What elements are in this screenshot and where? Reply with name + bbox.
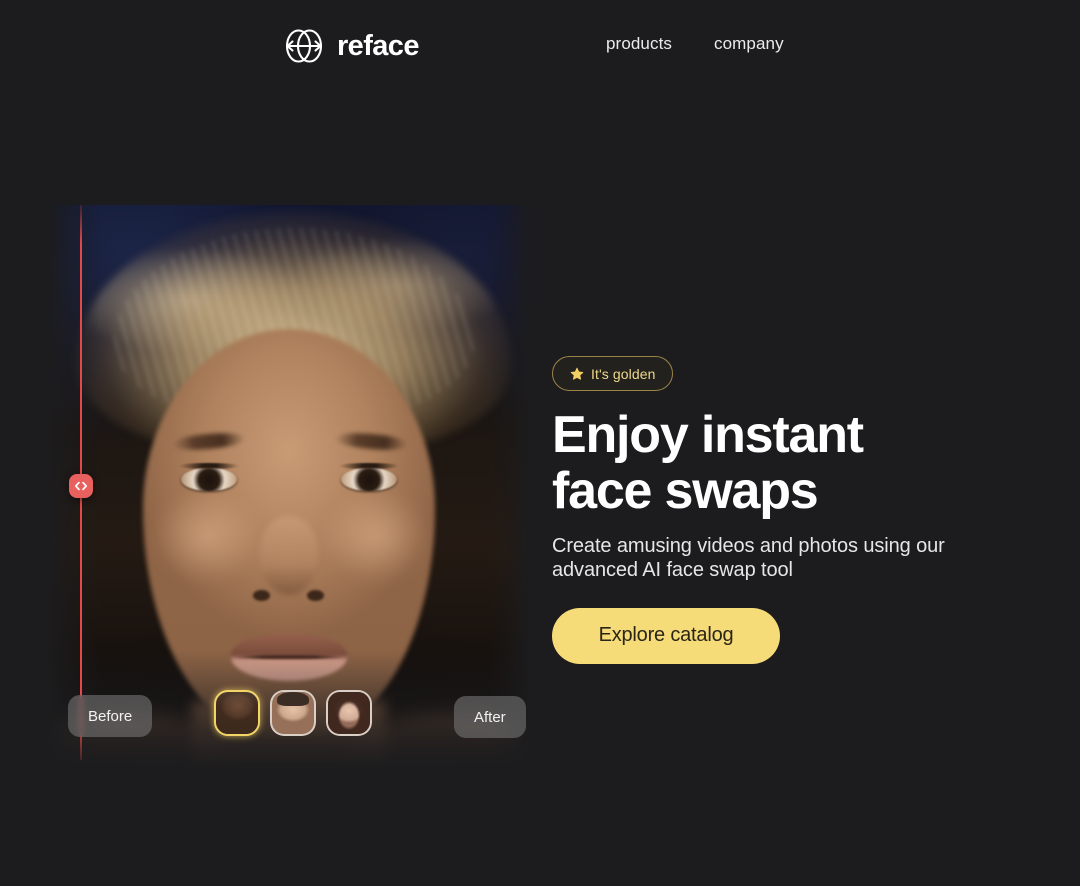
- preview-photo: [46, 205, 532, 770]
- overlapping-circles-arrows-icon: [281, 26, 327, 66]
- thumbnail-hair: [277, 692, 309, 707]
- headline-line-1: Enjoy instant: [552, 406, 864, 464]
- face-thumbnail-2[interactable]: [270, 690, 316, 736]
- photo-lip-line: [230, 654, 348, 659]
- star-icon: [570, 367, 584, 381]
- before-label-pill[interactable]: Before: [68, 695, 153, 737]
- face-thumbnail-1[interactable]: [214, 690, 260, 736]
- after-label-pill[interactable]: After: [454, 696, 526, 738]
- hero-subtitle: Create amusing videos and photos using o…: [552, 535, 945, 582]
- hero-content: It's golden Enjoy instant face swaps Cre…: [552, 356, 1012, 664]
- headline-line-2: face swaps: [552, 462, 819, 520]
- page-title: Enjoy instant face swaps: [552, 409, 1012, 517]
- site-header: reface products company: [0, 0, 1080, 92]
- explore-catalog-button[interactable]: Explore catalog: [552, 607, 780, 664]
- main-navigation: products company: [606, 34, 784, 54]
- thumbnail-hair: [328, 692, 370, 734]
- thumbnail-face-image: [216, 692, 258, 734]
- face-thumbnail-list: [214, 690, 372, 736]
- nav-item-products[interactable]: products: [606, 34, 672, 54]
- photo-nostril-left: [253, 590, 270, 602]
- brand-name: reface: [337, 29, 419, 62]
- left-right-arrows-icon: [74, 481, 88, 491]
- face-thumbnail-3[interactable]: [326, 690, 372, 736]
- golden-badge-label: It's golden: [591, 365, 656, 382]
- page-root: reface products company Before After It'…: [0, 0, 1080, 886]
- photo-nostril-right: [307, 590, 324, 602]
- compare-slider-handle[interactable]: [69, 474, 93, 498]
- before-after-preview[interactable]: [46, 205, 532, 770]
- brand-logo-link[interactable]: reface: [281, 26, 419, 66]
- nav-item-company[interactable]: company: [714, 34, 784, 54]
- photo-nose: [259, 515, 319, 595]
- photo-cheek-right: [323, 487, 430, 584]
- golden-badge[interactable]: It's golden: [552, 356, 674, 391]
- photo-cheek-left: [152, 487, 260, 584]
